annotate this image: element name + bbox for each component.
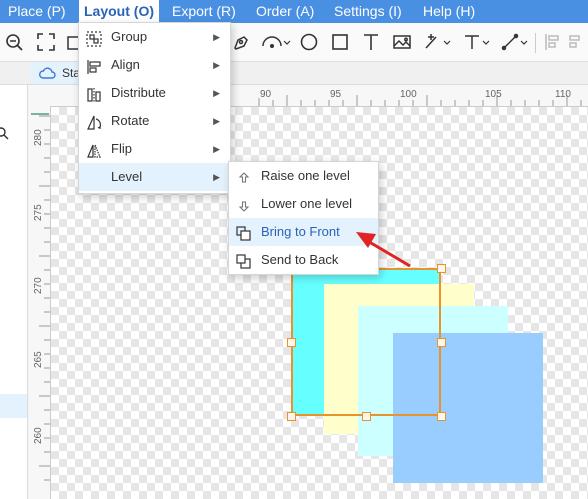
zoom-out-icon[interactable]	[4, 31, 26, 53]
measure-icon[interactable]	[500, 31, 530, 53]
image-icon[interactable]	[391, 31, 413, 53]
resize-handle[interactable]	[287, 338, 296, 347]
search-icon[interactable]	[0, 127, 10, 141]
menu-item-lower-one-level[interactable]: Lower one level	[229, 190, 378, 218]
lower-icon	[236, 196, 252, 212]
menu-item-flip[interactable]: Flip ▶	[79, 135, 230, 163]
flip-icon	[86, 141, 102, 158]
ruler-tick-label: 275	[33, 204, 44, 221]
submenu-arrow-icon: ▶	[213, 60, 220, 70]
resize-handle[interactable]	[287, 412, 296, 421]
more-icon[interactable]	[566, 31, 588, 53]
raise-icon	[236, 168, 252, 184]
menu-item-group[interactable]: Group ▶	[79, 23, 230, 51]
menu-item-raise-one-level[interactable]: Raise one level	[229, 162, 378, 190]
ruler-tick-label: 95	[330, 89, 342, 100]
left-panel	[0, 85, 28, 499]
rectangle-icon[interactable]	[329, 31, 351, 53]
submenu-arrow-icon: ▶	[213, 88, 220, 98]
menu-layout[interactable]: Layout (O)	[79, 0, 159, 23]
selection-box[interactable]	[291, 268, 441, 416]
align-icon	[86, 57, 102, 74]
arc-icon[interactable]	[260, 31, 292, 53]
menu-order[interactable]: Order (A)	[256, 0, 314, 23]
menu-settings[interactable]: Settings (I)	[334, 0, 402, 23]
fit-screen-icon[interactable]	[35, 31, 57, 53]
ruler-tick-label: 260	[33, 427, 44, 444]
ruler-left: 280 275 270 265 260	[29, 106, 51, 499]
ruler-tick-label: 105	[485, 89, 502, 100]
text-icon[interactable]	[360, 31, 382, 53]
submenu-arrow-icon: ▶	[213, 116, 220, 126]
resize-handle[interactable]	[362, 412, 371, 421]
ruler-tick-label: 110	[555, 89, 571, 100]
connector-icon[interactable]	[422, 31, 452, 53]
submenu-arrow-icon: ▶	[213, 144, 220, 154]
ruler-tick-label: 100	[400, 89, 417, 100]
menu-bar: Place (P) Layout (O) Export (R) Order (A…	[0, 0, 588, 23]
annotation-arrow-icon	[356, 232, 411, 268]
menu-item-align[interactable]: Align ▶	[79, 51, 230, 79]
ruler-tick-label: 90	[260, 89, 272, 100]
ruler-tick-label: 270	[33, 277, 44, 294]
ruler-tick-label: 280	[33, 129, 44, 146]
send-back-icon	[236, 252, 252, 269]
resize-handle[interactable]	[437, 338, 446, 347]
menu-item-rotate[interactable]: Rotate ▶	[79, 107, 230, 135]
align-icon[interactable]	[542, 31, 564, 53]
ruler-tick-label: 265	[33, 351, 44, 368]
menu-item-distribute[interactable]: Distribute ▶	[79, 79, 230, 107]
pen-icon[interactable]	[230, 31, 252, 53]
circle-icon[interactable]	[298, 31, 320, 53]
distribute-icon	[86, 85, 102, 102]
bring-front-icon	[236, 224, 252, 241]
left-panel-selected-row[interactable]	[0, 394, 27, 418]
group-icon	[86, 29, 102, 47]
toolbar-divider	[535, 33, 536, 53]
menu-export[interactable]: Export (R)	[172, 0, 236, 23]
menu-item-level[interactable]: Level ▶	[79, 163, 230, 191]
resize-handle[interactable]	[437, 412, 446, 421]
menu-place[interactable]: Place (P)	[8, 0, 66, 23]
cloud-icon	[38, 65, 56, 81]
resize-handle[interactable]	[437, 264, 446, 273]
layout-dropdown: Group ▶ Align ▶ Distribute ▶ Rotate ▶ Fl…	[78, 22, 231, 194]
rotate-icon	[86, 113, 102, 130]
menu-help[interactable]: Help (H)	[423, 0, 475, 23]
submenu-arrow-icon: ▶	[213, 32, 220, 42]
dimension-icon[interactable]	[462, 31, 492, 53]
submenu-arrow-icon: ▶	[213, 172, 220, 182]
